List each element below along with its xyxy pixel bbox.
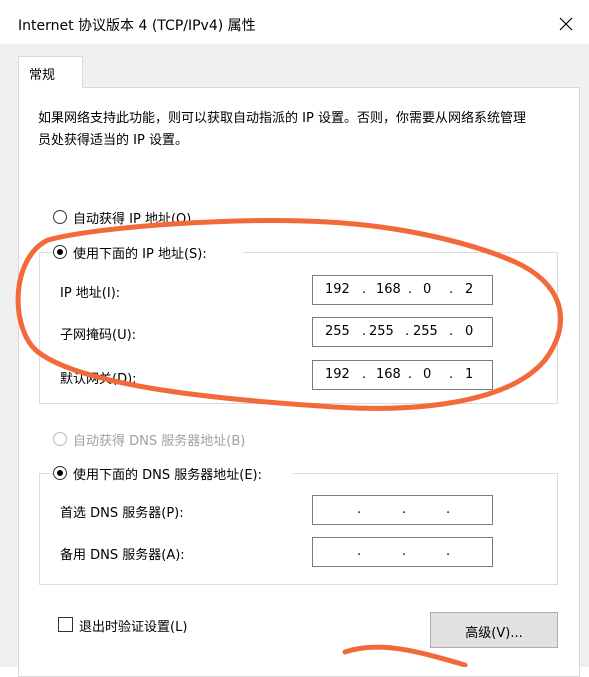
advanced-button[interactable]: 高级(V)... [430,612,558,648]
ip-dot: . [362,324,367,339]
ip-dot: . [357,544,362,559]
ip-address-octet-3: 0 [423,282,432,297]
ip-dot: . [402,544,407,559]
dns-settings-group [39,473,558,585]
ip-dot: . [449,324,454,339]
default-gateway-label: 默认网关(D): [60,372,137,387]
ip-dot: . [408,367,413,382]
subnet-octet-1: 255 [325,324,350,339]
gateway-octet-2: 168 [376,367,401,382]
ip-address-input[interactable]: 192 . 168 . 0 . 2 [312,275,493,305]
subnet-octet-3: 255 [413,324,438,339]
ip-dot: . [408,282,413,297]
radio-manual-dns-label: 使用下面的 DNS 服务器地址(E): [73,468,262,483]
radio-auto-dns-dot [53,432,67,446]
radio-auto-ip-label: 自动获得 IP 地址(O) [73,212,192,227]
ip-dot: . [362,367,367,382]
subnet-octet-2: 255 [369,324,394,339]
close-button[interactable] [546,8,586,40]
ip-dot: . [446,544,451,559]
ip-dot: . [402,502,407,517]
radio-manual-ip-label: 使用下面的 IP 地址(S): [73,247,207,262]
advanced-button-label: 高级(V)... [465,626,523,641]
radio-manual-dns[interactable]: 使用下面的 DNS 服务器地址(E): [53,464,293,483]
radio-auto-dns-label: 自动获得 DNS 服务器地址(B) [73,434,246,449]
gateway-octet-4: 1 [465,367,474,382]
tab-general-label: 常规 [29,68,56,83]
radio-manual-ip-dot [53,245,67,259]
subnet-octet-4: 0 [465,324,474,339]
title-bar: Internet 协议版本 4 (TCP/IPv4) 属性 [0,0,589,44]
ip-address-octet-2: 168 [376,282,401,297]
ip-dot: . [449,367,454,382]
gateway-octet-3: 0 [423,367,432,382]
validate-on-exit-label: 退出时验证设置(L) [79,620,188,635]
ip-address-octet-4: 2 [465,282,474,297]
preferred-dns-input[interactable]: . . . [312,495,493,525]
preferred-dns-label: 首选 DNS 服务器(P): [60,506,184,521]
validate-on-exit-checkbox[interactable] [58,617,73,632]
close-icon [559,17,573,31]
alternate-dns-input[interactable]: . . . [312,537,493,567]
ip-dot: . [449,282,454,297]
radio-manual-ip[interactable]: 使用下面的 IP 地址(S): [53,243,243,262]
radio-auto-ip-dot [53,210,67,224]
subnet-mask-input[interactable]: 255 . 255 . 255 . 0 [312,317,493,347]
radio-manual-dns-dot [53,466,67,480]
ip-dot: . [362,282,367,297]
subnet-mask-label: 子网掩码(U): [60,328,137,343]
description-text: 如果网络支持此功能，则可以获取自动指派的 IP 设置。否则，你需要从网络系统管理… [38,111,526,148]
ip-address-label: IP 地址(I): [60,286,121,301]
ip-dot: . [446,502,451,517]
window-title: Internet 协议版本 4 (TCP/IPv4) 属性 [18,18,256,34]
ip-dot: . [405,324,410,339]
ip-dot: . [357,502,362,517]
tab-general[interactable]: 常规 [18,56,83,88]
default-gateway-input[interactable]: 192 . 168 . 0 . 1 [312,360,493,390]
alternate-dns-label: 备用 DNS 服务器(A): [60,548,185,563]
gateway-octet-1: 192 [325,367,350,382]
ip-address-octet-1: 192 [325,282,350,297]
